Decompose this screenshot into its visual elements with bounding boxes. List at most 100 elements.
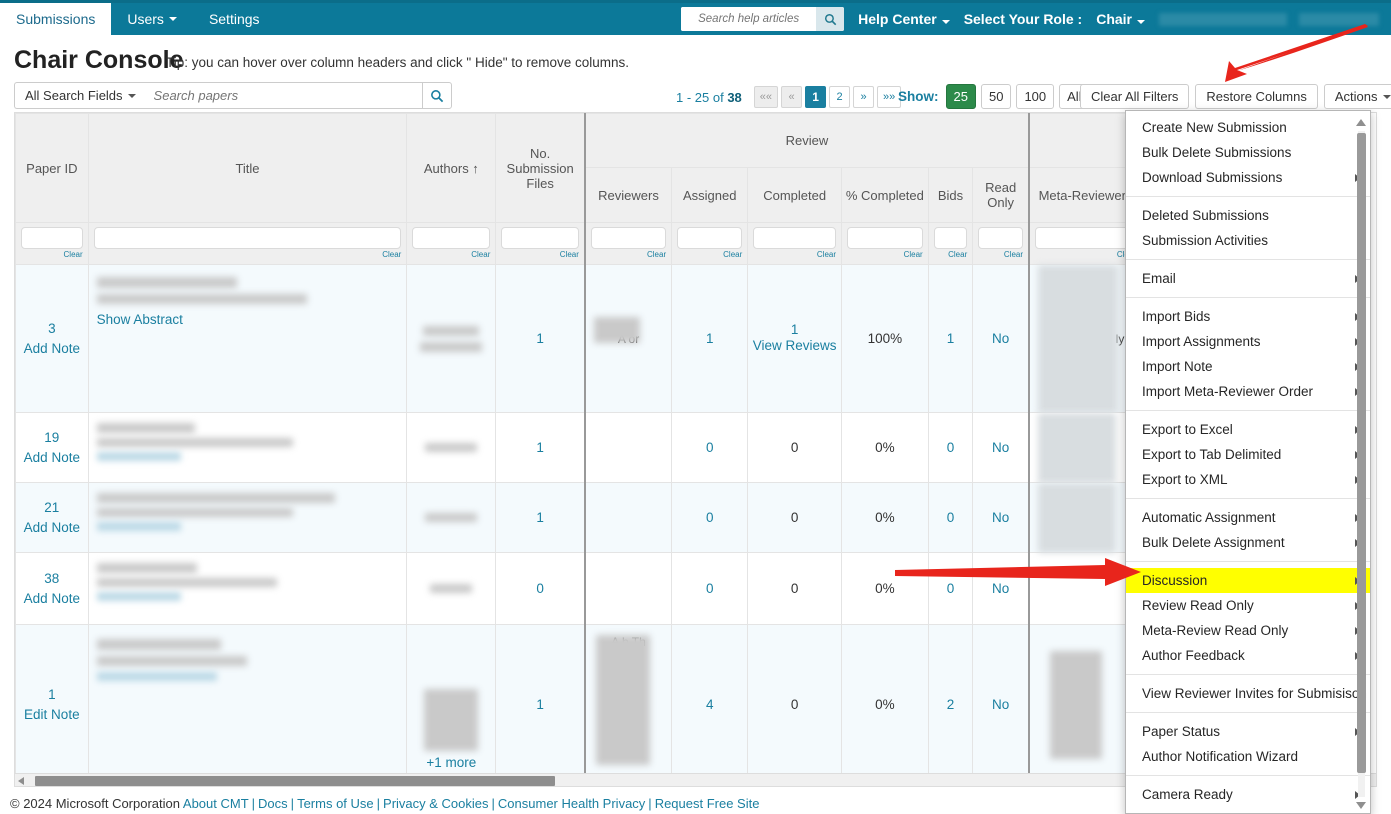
menu-item-submission-activities[interactable]: Submission Activities bbox=[1126, 228, 1370, 253]
paper-id-link[interactable]: 21 bbox=[20, 498, 84, 518]
menu-item-create-new-submission[interactable]: Create New Submission bbox=[1126, 115, 1370, 140]
edit-note-link[interactable]: Edit Note bbox=[20, 705, 84, 725]
bids-link[interactable]: 0 bbox=[947, 510, 955, 525]
footer-link-about-cmt[interactable]: About CMT bbox=[183, 796, 249, 811]
paper-id-link[interactable]: 19 bbox=[20, 428, 84, 448]
menu-item-author-feedback[interactable]: Author Feedback bbox=[1126, 643, 1370, 668]
footer-link-health-privacy[interactable]: Consumer Health Privacy bbox=[498, 796, 645, 811]
footer-link-docs[interactable]: Docs bbox=[258, 796, 288, 811]
page-next-button[interactable]: » bbox=[853, 86, 875, 108]
bids-link[interactable]: 2 bbox=[947, 697, 955, 712]
paper-id-link[interactable]: 3 bbox=[20, 319, 84, 339]
page-first-button[interactable]: «« bbox=[753, 86, 779, 108]
filter-bids-clear[interactable]: Clear bbox=[934, 250, 967, 259]
no-submission-files-link[interactable]: 0 bbox=[536, 581, 544, 596]
menu-item-import-assignments[interactable]: Import Assignments bbox=[1126, 329, 1370, 354]
read-only-link[interactable]: No bbox=[992, 697, 1009, 712]
col-bids[interactable]: Bids bbox=[927, 167, 974, 223]
page-prev-button[interactable]: « bbox=[781, 86, 803, 108]
search-papers-button[interactable] bbox=[421, 82, 452, 109]
actions-menu-scrollbar[interactable] bbox=[1356, 117, 1367, 811]
filter-meta-reviewers-clear[interactable]: Clear bbox=[1035, 250, 1136, 259]
restore-columns-button[interactable]: Restore Columns bbox=[1195, 84, 1318, 109]
nav-tab-submissions[interactable]: Submissions bbox=[0, 3, 112, 35]
no-submission-files-link[interactable]: 1 bbox=[536, 331, 544, 346]
filter-review-completed-input[interactable] bbox=[753, 227, 837, 249]
menu-item-view-reviewer-invites-for-submisison[interactable]: View Reviewer Invites for Submisison bbox=[1126, 681, 1370, 706]
menu-item-export-to-xml[interactable]: Export to XML bbox=[1126, 467, 1370, 492]
menu-item-paper-status[interactable]: Paper Status bbox=[1126, 719, 1370, 744]
menu-item-bulk-delete-assignment[interactable]: Bulk Delete Assignment bbox=[1126, 530, 1370, 555]
scroll-down-arrow-icon[interactable] bbox=[1356, 802, 1366, 809]
bids-link[interactable]: 0 bbox=[947, 581, 955, 596]
col-authors[interactable]: Authors ↑ bbox=[406, 113, 497, 223]
filter-paper-id-clear[interactable]: Clear bbox=[21, 250, 83, 259]
redacted-show-abstract[interactable] bbox=[96, 592, 181, 601]
filter-review-completed-clear[interactable]: Clear bbox=[753, 250, 836, 259]
review-assigned-link[interactable]: 0 bbox=[706, 440, 714, 455]
page-2-button[interactable]: 2 bbox=[829, 86, 851, 108]
menu-item-meta-review-read-only[interactable]: Meta-Review Read Only bbox=[1126, 618, 1370, 643]
page-size-100[interactable]: 100 bbox=[1016, 84, 1055, 109]
search-fields-dropdown[interactable]: All Search Fields bbox=[14, 82, 146, 109]
scroll-left-arrow-icon[interactable] bbox=[18, 777, 24, 785]
menu-item-deleted-submissions[interactable]: Deleted Submissions bbox=[1126, 203, 1370, 228]
actions-menu-scroll-thumb[interactable] bbox=[1357, 133, 1366, 773]
footer-link-request-free-site-anchor[interactable]: Request Free Site bbox=[655, 796, 760, 811]
help-search-box[interactable] bbox=[681, 7, 845, 31]
col-title[interactable]: Title bbox=[87, 113, 408, 223]
menu-item-camera-ready[interactable]: Camera Ready bbox=[1126, 782, 1370, 807]
menu-item-discussion[interactable]: Discussion bbox=[1126, 568, 1370, 593]
page-size-50[interactable]: 50 bbox=[980, 84, 1012, 109]
filter-paper-id-input[interactable] bbox=[21, 227, 83, 249]
col-paper-id[interactable]: Paper ID bbox=[15, 113, 89, 223]
add-note-link[interactable]: Add Note bbox=[20, 448, 84, 468]
clear-all-filters-button[interactable]: Clear All Filters bbox=[1080, 84, 1190, 109]
page-size-25[interactable]: 25 bbox=[945, 84, 976, 109]
footer-link-privacy[interactable]: Privacy & Cookies bbox=[383, 796, 488, 811]
menu-item-download-copyright-files[interactable]: Download Copyright Files bbox=[1126, 807, 1370, 813]
col-review-assigned[interactable]: Assigned bbox=[671, 167, 749, 223]
actions-dropdown-menu[interactable]: Create New Submission Bulk Delete Submiss… bbox=[1125, 110, 1371, 814]
col-review-completed[interactable]: Completed bbox=[747, 167, 843, 223]
redacted-show-abstract[interactable] bbox=[96, 452, 181, 461]
review-assigned-link[interactable]: 4 bbox=[706, 697, 714, 712]
footer-link-request-free-site[interactable]: Request Free Site bbox=[655, 796, 760, 811]
show-abstract-link[interactable]: Show Abstract bbox=[97, 312, 183, 327]
read-only-link[interactable]: No bbox=[992, 440, 1009, 455]
help-search-button[interactable] bbox=[816, 7, 845, 31]
filter-reviewers-clear[interactable]: Clear bbox=[591, 250, 666, 259]
redacted-show-abstract[interactable] bbox=[96, 522, 181, 531]
footer-link-health-privacy-anchor[interactable]: Consumer Health Privacy bbox=[498, 796, 645, 811]
footer-link-terms-anchor[interactable]: Terms of Use bbox=[297, 796, 374, 811]
menu-item-bulk-delete-submissions[interactable]: Bulk Delete Submissions bbox=[1126, 140, 1370, 165]
filter-review-pct-input[interactable] bbox=[847, 227, 923, 249]
nav-tab-settings[interactable]: Settings bbox=[193, 3, 276, 35]
menu-item-import-note[interactable]: Import Note bbox=[1126, 354, 1370, 379]
filter-no-submission-files-clear[interactable]: Clear bbox=[501, 250, 579, 259]
filter-no-submission-files-input[interactable] bbox=[501, 227, 579, 249]
page-1-button[interactable]: 1 bbox=[805, 86, 827, 108]
col-read-only[interactable]: Read Only bbox=[972, 167, 1030, 223]
scroll-up-arrow-icon[interactable] bbox=[1356, 119, 1366, 126]
filter-authors-clear[interactable]: Clear bbox=[412, 250, 490, 259]
nav-tab-users[interactable]: Users bbox=[111, 3, 193, 35]
footer-link-terms[interactable]: Terms of Use bbox=[297, 796, 374, 811]
read-only-link[interactable]: No bbox=[992, 510, 1009, 525]
scrollbar-thumb[interactable] bbox=[35, 776, 555, 786]
col-reviewers[interactable]: Reviewers bbox=[583, 167, 673, 223]
menu-item-import-meta-reviewer-order[interactable]: Import Meta-Reviewer Order bbox=[1126, 379, 1370, 404]
filter-bids-input[interactable] bbox=[933, 227, 968, 249]
menu-item-export-to-tab-delimited[interactable]: Export to Tab Delimited bbox=[1126, 442, 1370, 467]
no-submission-files-link[interactable]: 1 bbox=[536, 697, 544, 712]
review-completed-count[interactable]: 1 bbox=[752, 322, 837, 337]
paper-id-link[interactable]: 38 bbox=[20, 569, 84, 589]
review-assigned-link[interactable]: 1 bbox=[706, 331, 714, 346]
menu-item-email[interactable]: Email bbox=[1126, 266, 1370, 291]
menu-item-author-notification-wizard[interactable]: Author Notification Wizard bbox=[1126, 744, 1370, 769]
review-assigned-link[interactable]: 0 bbox=[706, 581, 714, 596]
filter-title-input[interactable] bbox=[93, 227, 402, 249]
actions-button[interactable]: Actions bbox=[1323, 84, 1391, 109]
filter-meta-reviewers-input[interactable] bbox=[1035, 227, 1137, 249]
filter-read-only-clear[interactable]: Clear bbox=[978, 250, 1023, 259]
